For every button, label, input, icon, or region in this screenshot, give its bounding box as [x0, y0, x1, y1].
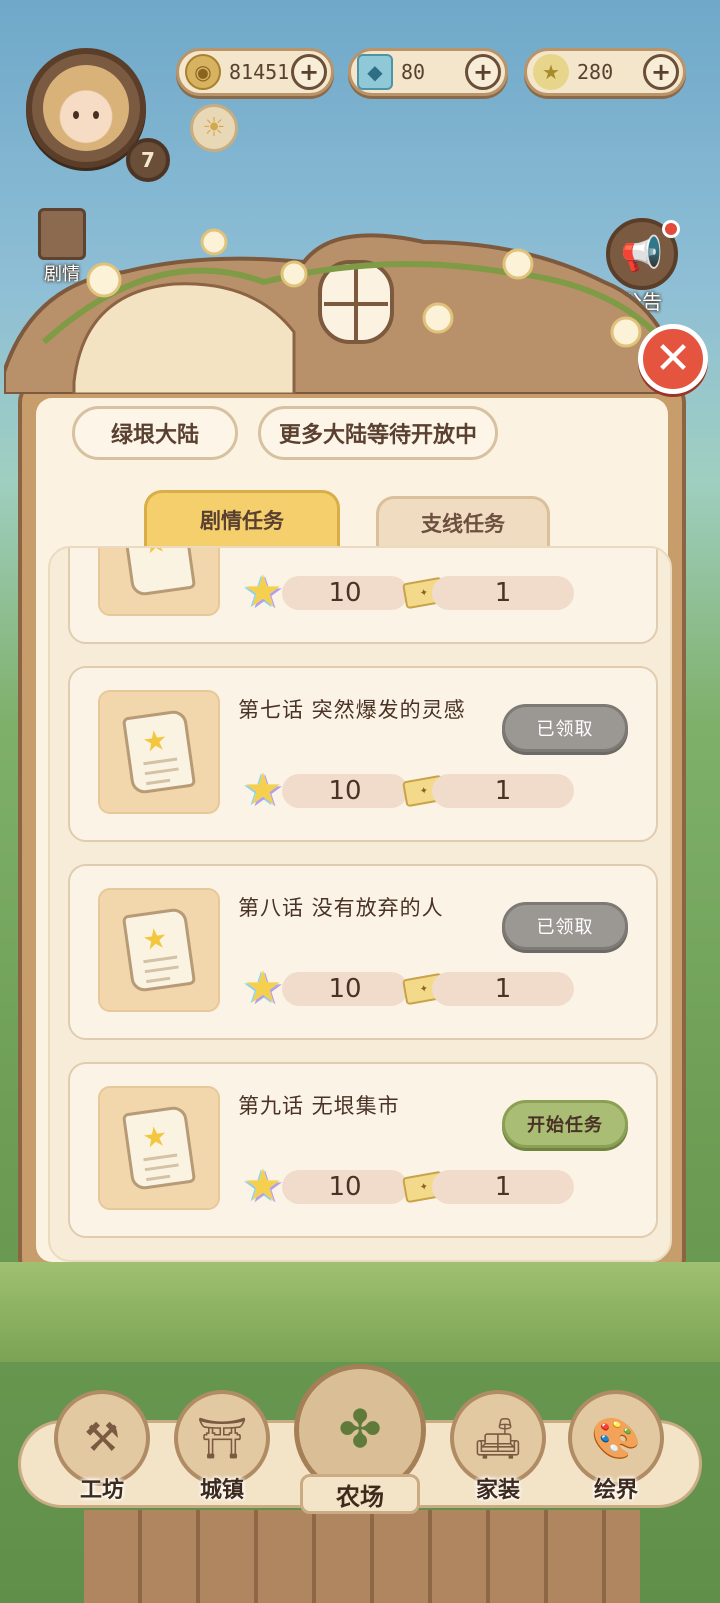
wooden-path-decoration [84, 1510, 640, 1603]
ticket-reward-value: 1 [432, 972, 574, 1006]
coin-currency: ◉ 81451 + [176, 48, 334, 96]
nav-workshop-label: 工坊 [79, 1478, 124, 1503]
quest-scroll-icon: ★ [98, 1086, 220, 1210]
quest-title: 第八话 没有放弃的人 [238, 896, 444, 920]
nav-home-label: 家装 [475, 1478, 520, 1503]
quest-card: ★ 第九话 无垠集市 开始任务 ★ 10 ✦ 1 [68, 1062, 658, 1238]
ticket-reward-value: 1 [432, 774, 574, 808]
star-reward-value: 10 [282, 1170, 408, 1204]
nav-town[interactable]: ⛩ 城镇 [172, 1390, 272, 1504]
nav-farm[interactable]: ✤ 农场 [292, 1364, 428, 1514]
nav-farm-label: 农场 [300, 1474, 420, 1514]
gem-icon: ◆ [357, 54, 393, 90]
quest-title: 第九话 无垠集市 [238, 1094, 400, 1118]
star-reward-icon: ★ [243, 1159, 283, 1211]
add-star-button[interactable]: + [643, 54, 679, 90]
region-green-continent[interactable]: 绿垠大陆 [72, 406, 238, 460]
star-reward-icon: ★ [243, 763, 283, 815]
nav-painting-label: 绘界 [593, 1478, 638, 1503]
ticket-reward-value: 1 [432, 1170, 574, 1204]
claimed-button[interactable]: 已领取 [502, 704, 628, 752]
start-quest-button[interactable]: 开始任务 [502, 1100, 628, 1148]
quest-title: 第七话 突然爆发的灵感 [238, 698, 466, 722]
quest-scroll-icon: ★ [98, 690, 220, 814]
quest-scroll-icon: ★ [98, 548, 220, 616]
coin-value: 81451 [229, 60, 290, 84]
quest-list[interactable]: ★ ★ 10 ✦ 1 ★ 第七话 突然爆发的灵感 已领取 ★ 10 ✦ 1 ★ … [48, 546, 672, 1262]
star-reward-value: 10 [282, 774, 408, 808]
sun-icon[interactable]: ☀ [190, 104, 238, 152]
star-currency: ★ 280 + [524, 48, 686, 96]
tab-main-quests[interactable]: 剧情任务 [144, 490, 340, 546]
add-coin-button[interactable]: + [291, 54, 327, 90]
coin-icon: ◉ [185, 54, 221, 90]
add-gem-button[interactable]: + [465, 54, 501, 90]
star-reward-icon: ★ [243, 565, 283, 617]
level-badge: 7 [126, 138, 170, 182]
quest-card: ★ 第八话 没有放弃的人 已领取 ★ 10 ✦ 1 [68, 864, 658, 1040]
avatar-portrait [43, 65, 129, 151]
quest-card: ★ ★ 10 ✦ 1 [68, 548, 658, 644]
tab-side-quests[interactable]: 支线任务 [376, 496, 550, 546]
cottage-roof-decoration [4, 228, 676, 394]
grass-decoration [0, 1262, 720, 1362]
nav-painting[interactable]: 🎨 绘界 [566, 1390, 666, 1504]
nav-home-decor[interactable]: 🛋 家装 [448, 1390, 548, 1504]
nav-workshop[interactable]: ⚒ 工坊 [52, 1390, 152, 1504]
star-value: 280 [577, 60, 614, 84]
region-more-coming[interactable]: 更多大陆等待开放中 [258, 406, 498, 460]
quest-card: ★ 第七话 突然爆发的灵感 已领取 ★ 10 ✦ 1 [68, 666, 658, 842]
gem-value: 80 [401, 60, 426, 84]
star-icon: ★ [533, 54, 569, 90]
close-button[interactable]: ✕ [638, 324, 708, 394]
quest-scroll-icon: ★ [98, 888, 220, 1012]
gem-currency: ◆ 80 + [348, 48, 508, 96]
claimed-button[interactable]: 已领取 [502, 902, 628, 950]
star-reward-icon: ★ [243, 961, 283, 1013]
star-reward-value: 10 [282, 972, 408, 1006]
nav-town-label: 城镇 [199, 1478, 244, 1503]
ticket-reward-value: 1 [432, 576, 574, 610]
star-reward-value: 10 [282, 576, 408, 610]
